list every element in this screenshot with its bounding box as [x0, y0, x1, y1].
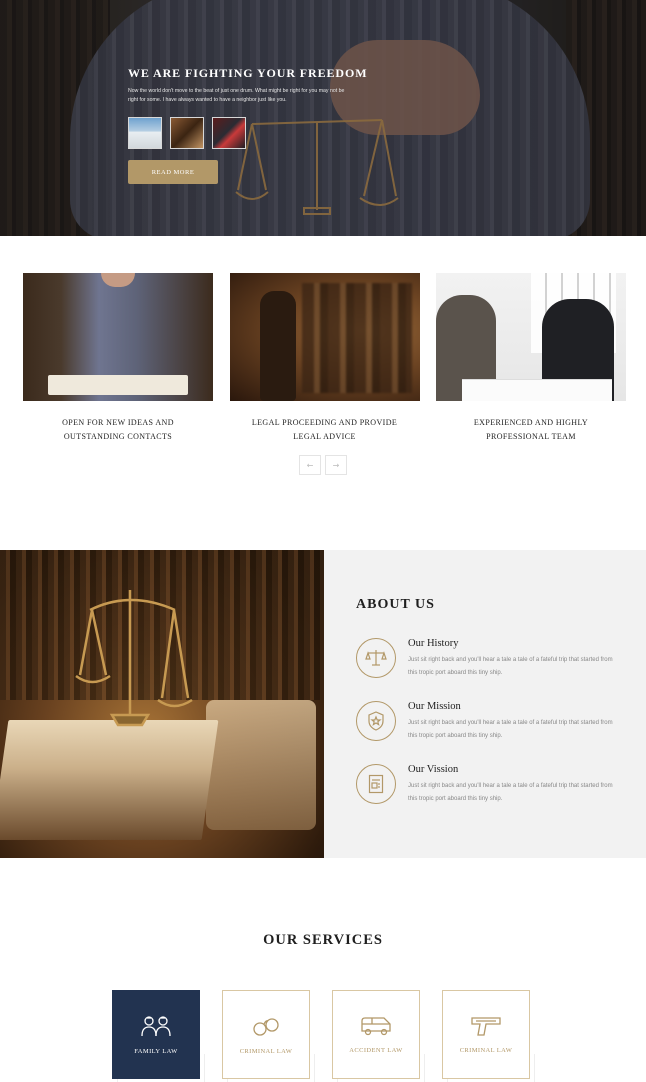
read-more-button[interactable]: READ MORE [128, 160, 218, 184]
about-image [0, 550, 324, 858]
about-item-title: Our History [408, 638, 459, 649]
carousel-pager: ← → [299, 455, 347, 475]
scales-of-justice-icon [75, 590, 193, 727]
lady-justice-image [229, 273, 420, 401]
arrow-right-icon[interactable]: → [325, 455, 347, 475]
service-criminal-law-2[interactable]: CRIMINAL LAW [442, 990, 530, 1079]
feature-caption-line: OUTSTANDING CONTACTS [63, 432, 173, 441]
feature-caption-line: EXPERIENCED AND HIGHLY [473, 418, 589, 427]
courthouse-thumbnail[interactable] [128, 117, 162, 149]
service-family-law[interactable]: FAMILY LAW [112, 990, 200, 1079]
image-detail [259, 291, 296, 401]
hero-thumbnails [128, 117, 246, 149]
image-detail [462, 379, 612, 401]
handshake-image [436, 273, 626, 401]
about-item-text: Just sit right back and you'll hear a ta… [408, 783, 613, 802]
lawyer-thumbnail[interactable] [212, 117, 246, 149]
image-detail [301, 283, 412, 393]
image-detail [48, 375, 188, 395]
document-icon [356, 764, 396, 804]
about-item-text: Just sit right back and you'll hear a ta… [408, 720, 613, 739]
hero-title: WE ARE FIGHTING YOUR FREEDOM [128, 66, 368, 80]
about-title: ABOUT US [356, 597, 435, 612]
van-icon [361, 1017, 391, 1036]
gun-icon [471, 1017, 501, 1036]
hero-banner: WE ARE FIGHTING YOUR FREEDOM Now the wor… [0, 0, 646, 236]
image-detail [206, 700, 316, 830]
about-item-title: Our Mission [408, 701, 461, 712]
image-detail [101, 273, 135, 287]
lawyer-with-scale-image [23, 273, 213, 401]
about-item-title: Our Vission [408, 764, 459, 775]
scales-of-justice-icon [235, 119, 399, 215]
feature-caption-line: PROFESSIONAL TEAM [486, 432, 576, 441]
feature-caption-line: OPEN FOR NEW IDEAS AND [62, 418, 174, 427]
image-detail [0, 720, 219, 840]
feature-card[interactable]: OPEN FOR NEW IDEAS AND OUTSTANDING CONTA… [23, 273, 213, 444]
scale-icon [356, 638, 396, 678]
feature-card[interactable]: EXPERIENCED AND HIGHLY PROFESSIONAL TEAM [436, 273, 626, 444]
shield-star-icon [356, 701, 396, 741]
service-label: CRIMINAL LAW [459, 1047, 513, 1054]
about-item-text: Just sit right back and you'll hear a ta… [408, 657, 613, 676]
feature-caption: OPEN FOR NEW IDEAS AND OUTSTANDING CONTA… [23, 416, 213, 444]
service-label: FAMILY LAW [134, 1048, 178, 1055]
family-icon [141, 1016, 171, 1037]
feature-caption-line: LEGAL ADVICE [293, 432, 356, 441]
service-accident-law[interactable]: ACCIDENT LAW [332, 990, 420, 1079]
service-criminal-law[interactable]: CRIMINAL LAW [222, 990, 310, 1079]
feature-card[interactable]: LEGAL PROCEEDING AND PROVIDE LEGAL ADVIC… [229, 273, 420, 444]
handcuffs-icon [253, 1018, 279, 1036]
services-title: OUR SERVICES [263, 932, 383, 948]
arrow-left-icon[interactable]: ← [299, 455, 321, 475]
hero-subtitle: Now the world don't move to the beat of … [128, 88, 345, 103]
feature-caption: EXPERIENCED AND HIGHLY PROFESSIONAL TEAM [436, 416, 626, 444]
feature-caption: LEGAL PROCEEDING AND PROVIDE LEGAL ADVIC… [230, 416, 420, 444]
statue-thumbnail[interactable] [170, 117, 204, 149]
service-label: CRIMINAL LAW [239, 1048, 293, 1055]
feature-caption-line: LEGAL PROCEEDING AND PROVIDE [251, 418, 398, 427]
features-carousel: OPEN FOR NEW IDEAS AND OUTSTANDING CONTA… [23, 273, 626, 444]
service-label: ACCIDENT LAW [349, 1047, 403, 1054]
